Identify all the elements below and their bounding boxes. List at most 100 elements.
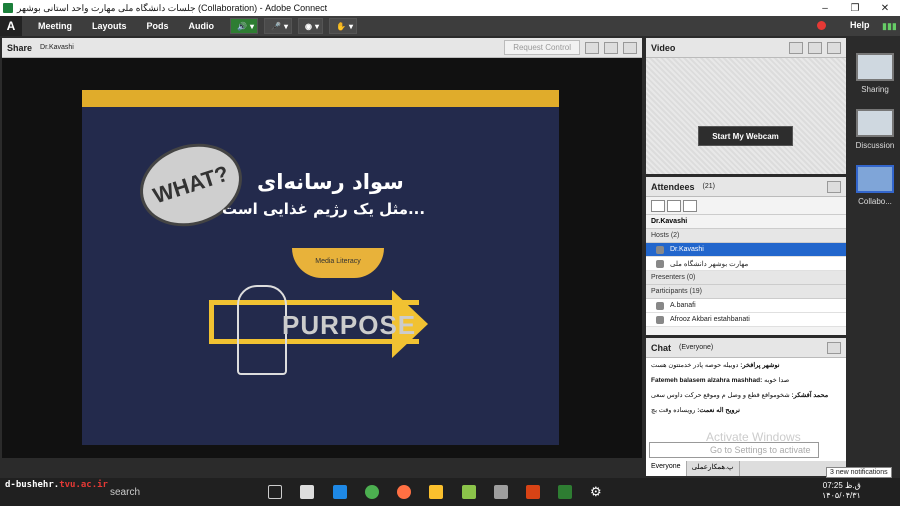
start-webcam-button[interactable]: Start My Webcam	[698, 126, 793, 146]
what-bubble: WHAT?	[129, 130, 253, 240]
slide-title-line1: سواد رسانه‌ای	[257, 170, 404, 194]
microphone-button[interactable]: 🎤 ▾	[264, 18, 293, 34]
share-title: Share	[7, 42, 33, 53]
store-icon[interactable]	[300, 485, 314, 499]
pod-menu-icon[interactable]	[623, 41, 637, 54]
maximize-button[interactable]: ❐	[840, 3, 870, 14]
speaker-icon: 🔊	[237, 21, 248, 31]
webcam-icon: ◉	[305, 21, 312, 31]
tab-private[interactable]: پ.همکارعملی	[687, 461, 740, 476]
layout-sharing-thumb[interactable]	[856, 53, 894, 81]
chevron-down-icon: ▾	[315, 21, 320, 31]
app-icon[interactable]	[462, 485, 476, 499]
video-title: Video	[651, 42, 676, 53]
menu-pods[interactable]: Pods	[147, 21, 169, 31]
chat-input[interactable]: Go to Settings to activate	[649, 442, 819, 458]
share-pod-header: Share Dr.Kavashi Request Control	[2, 38, 642, 58]
adobe-connect-task-icon[interactable]	[558, 485, 572, 499]
chevron-down-icon: ▾	[250, 21, 255, 31]
chat-title: Chat	[651, 342, 671, 353]
list-item[interactable]: A.banafi	[646, 299, 846, 313]
layout-label: Collabo...	[858, 197, 892, 206]
presenters-section[interactable]: Presenters (0)	[646, 271, 846, 285]
site-url: d-bushehr.tvu.ac.ir	[5, 480, 108, 490]
attendees-header: Attendees (21)	[646, 177, 846, 197]
adobe-logo-icon: A	[0, 16, 22, 36]
layout-label: Sharing	[861, 85, 889, 94]
layout-label: Discussion	[855, 141, 895, 150]
chevron-down-icon: ▾	[348, 21, 353, 31]
host-icon	[656, 245, 664, 254]
app-icon[interactable]	[494, 485, 508, 499]
layout-discussion-thumb[interactable]	[856, 109, 894, 137]
chat-message: نوشهر پرافخر: دوبیله حوصه پادر خدمتتون ه…	[651, 362, 780, 369]
firefox-icon[interactable]	[397, 485, 411, 499]
close-button[interactable]: ✕	[870, 3, 900, 14]
attendee-name: Dr.Kavashi	[670, 246, 704, 253]
request-control-button[interactable]: Request Control	[504, 40, 580, 55]
view-icon[interactable]	[585, 41, 599, 54]
chat-scope: (Everyone)	[679, 344, 714, 351]
layout-collaboration-thumb[interactable]	[856, 165, 894, 193]
signal-icon: ▮▮▮	[882, 21, 897, 31]
hosts-section[interactable]: Hosts (2)	[646, 229, 846, 243]
attendees-count: (21)	[702, 183, 715, 190]
host-icon	[656, 259, 664, 268]
attendees-title: Attendees	[651, 181, 695, 192]
video-area: Start My Webcam	[646, 58, 846, 174]
camera-button[interactable]: ◉ ▾	[298, 18, 324, 34]
powerpoint-icon[interactable]	[526, 485, 540, 499]
tab-everyone[interactable]: Everyone	[646, 461, 687, 476]
grid-view-icon[interactable]	[789, 41, 803, 54]
microphone-icon: 🎤	[271, 21, 281, 31]
attendee-name: A.banafi	[670, 302, 696, 309]
video-pod-header: Video	[646, 38, 846, 58]
clock: 07:25 ق.ظ ۱۴۰۵/۰۴/۳۱	[822, 481, 861, 500]
raise-hand-button[interactable]: ✋ ▾	[329, 18, 357, 34]
attendee-name: مهارت بوشهر دانشگاه ملی	[670, 260, 749, 268]
pod-menu-icon[interactable]	[827, 341, 841, 354]
slide: WHAT? سواد رسانه‌ای مثل یک رژیم غذایی اس…	[82, 90, 559, 445]
chrome-icon[interactable]	[365, 485, 379, 499]
running-man-figure	[237, 285, 287, 375]
task-view-icon[interactable]	[268, 485, 282, 499]
chevron-down-icon: ▾	[284, 21, 289, 31]
settings-icon[interactable]: ⚙	[590, 485, 604, 499]
layouts-sidebar: Sharing Discussion Collabo...	[850, 38, 900, 478]
pod-menu-icon[interactable]	[827, 41, 841, 54]
chat-message: Fatemeh balasem alzahra mashhad: صدا خوب…	[651, 377, 790, 384]
presenter-name: Dr.Kavashi	[40, 44, 74, 51]
list-item[interactable]: Afrooz Akbari estahbanati	[646, 313, 846, 327]
help-menu[interactable]: Help	[850, 20, 870, 30]
menu-audio[interactable]: Audio	[189, 21, 215, 31]
record-icon[interactable]	[817, 21, 826, 30]
filter-name: Dr.Kavashi	[651, 218, 688, 225]
list-item[interactable]: Dr.Kavashi	[646, 243, 846, 257]
list-item[interactable]: مهارت بوشهر دانشگاه ملی	[646, 257, 846, 271]
menu-bar: A Meeting Layouts Pods Audio 🔊 ▾ 🎤 ▾ ◉ ▾ ✋ ▾	[0, 16, 900, 36]
media-literacy-bowl: Media Literacy	[292, 248, 384, 278]
menu-meeting[interactable]: Meeting	[38, 21, 72, 31]
status-view-icon[interactable]	[683, 199, 697, 212]
fullscreen-icon[interactable]	[604, 41, 618, 54]
chat-tabs: Everyone پ.همکارعملی	[646, 461, 846, 476]
bowl-label: Media Literacy	[315, 258, 361, 265]
taskbar-search[interactable]: search	[110, 487, 140, 498]
purpose-text: PURPOSE	[282, 310, 417, 340]
participant-icon	[656, 301, 664, 310]
speaker-button[interactable]: 🔊 ▾	[230, 18, 259, 34]
edge-icon[interactable]	[333, 485, 347, 499]
breakout-icon[interactable]	[667, 199, 681, 212]
attendee-name: Afrooz Akbari estahbanati	[670, 316, 750, 323]
list-view-icon[interactable]	[651, 199, 665, 212]
menu-layouts[interactable]: Layouts	[92, 21, 127, 31]
notification-badge[interactable]: 3 new notifications	[826, 467, 892, 478]
fullscreen-icon[interactable]	[808, 41, 822, 54]
participants-section[interactable]: Participants (19)	[646, 285, 846, 299]
share-pod: Share Dr.Kavashi Request Control WHAT? س…	[2, 38, 642, 458]
pod-menu-icon[interactable]	[827, 180, 841, 193]
attendee-search[interactable]: Dr.Kavashi	[646, 215, 846, 229]
window-title: جلسات دانشگاه ملی مهارت واحد استانی بوشه…	[17, 2, 328, 13]
minimize-button[interactable]: –	[810, 3, 840, 14]
folder-icon[interactable]	[429, 485, 443, 499]
